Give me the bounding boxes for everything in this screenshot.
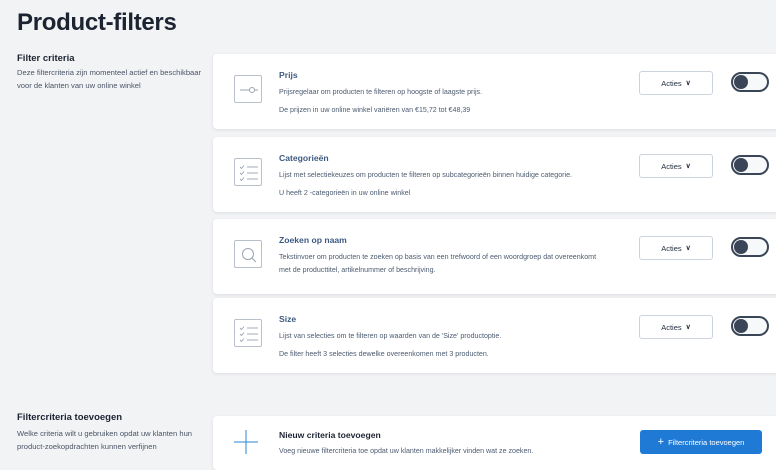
add-card-title: Nieuw criteria toevoegen — [279, 430, 381, 440]
filter-title[interactable]: Prijs — [279, 70, 298, 80]
acties-dropdown-button[interactable]: Acties ∨ — [639, 236, 713, 260]
acties-label: Acties — [661, 322, 682, 332]
filter-detail: De prijzen in uw online winkel variëren … — [279, 106, 471, 114]
filter-detail: U heeft 2 -categorieën in uw online wink… — [279, 189, 411, 197]
plus-icon — [234, 430, 258, 454]
acties-dropdown-button[interactable]: Acties ∨ — [639, 154, 713, 178]
checklist-icon — [234, 319, 262, 347]
page-title: Product-filters — [17, 9, 177, 36]
filter-section-description: Deze filtercriteria zijn momenteel actie… — [17, 68, 202, 90]
add-filter-button-label: Filtercriteria toevoegen — [668, 437, 745, 447]
acties-dropdown-button[interactable]: Acties ∨ — [639, 315, 713, 339]
chevron-down-icon: ∨ — [685, 80, 691, 87]
filter-toggle[interactable] — [731, 72, 769, 92]
filter-description: Prijsregelaar om producten te filteren o… — [279, 88, 483, 96]
add-card-description: Voeg nieuwe filtercriteria toe opdat uw … — [279, 447, 534, 455]
chevron-down-icon: ∨ — [685, 324, 691, 331]
toggle-knob — [734, 75, 748, 89]
filter-section-title: Filter criteria — [17, 53, 75, 64]
filter-detail: De filter heeft 3 selecties dewelke over… — [279, 350, 489, 358]
filter-toggle[interactable] — [731, 237, 769, 257]
add-section-description: Welke criteria wilt u gebruiken opdat uw… — [17, 429, 193, 451]
plus-icon: + — [657, 436, 665, 448]
filter-description: Lijst van selecties om te filteren op wa… — [279, 332, 502, 340]
filter-card-categorieen: Categorieën Lijst met selectiekeuzes om … — [213, 137, 776, 212]
filter-description: Lijst met selectiekeuzes om producten te… — [279, 171, 572, 179]
acties-label: Acties — [661, 78, 682, 88]
filter-description: Tekstinvoer om producten te zoeken op ba… — [279, 253, 597, 274]
add-filter-button[interactable]: + Filtercriteria toevoegen — [640, 430, 762, 454]
toggle-knob — [734, 158, 748, 172]
toggle-knob — [734, 319, 748, 333]
filter-title[interactable]: Categorieën — [279, 153, 329, 163]
add-section-title: Filtercriteria toevoegen — [17, 412, 123, 423]
filter-title[interactable]: Zoeken op naam — [279, 235, 347, 245]
filter-toggle[interactable] — [731, 316, 769, 336]
acties-dropdown-button[interactable]: Acties ∨ — [639, 71, 713, 95]
acties-label: Acties — [661, 161, 682, 171]
slider-icon — [234, 75, 262, 103]
filter-card-prijs: Prijs Prijsregelaar om producten te filt… — [213, 54, 776, 129]
checklist-icon — [234, 158, 262, 186]
add-criteria-card: Nieuw criteria toevoegen Voeg nieuwe fil… — [213, 416, 776, 470]
filter-card-size: Size Lijst van selecties om te filteren … — [213, 298, 776, 373]
filter-card-zoeken-op-naam: Zoeken op naam Tekstinvoer om producten … — [213, 219, 776, 294]
acties-label: Acties — [661, 243, 682, 253]
toggle-knob — [734, 240, 748, 254]
chevron-down-icon: ∨ — [685, 245, 691, 252]
filter-toggle[interactable] — [731, 155, 769, 175]
filter-title[interactable]: Size — [279, 314, 296, 324]
chevron-down-icon: ∨ — [685, 163, 691, 170]
search-icon — [234, 240, 262, 268]
